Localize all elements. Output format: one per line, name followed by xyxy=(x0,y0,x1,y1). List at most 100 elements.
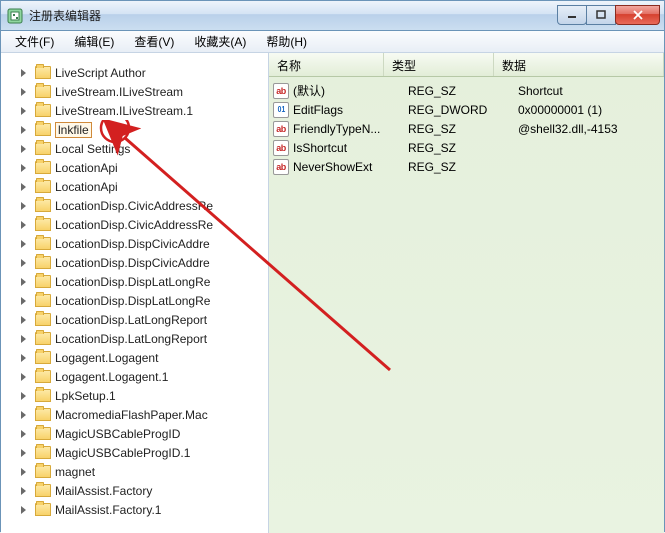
menu-view[interactable]: 查看(V) xyxy=(124,31,184,52)
list-body: (默认)REG_SZShortcutEditFlagsREG_DWORD0x00… xyxy=(269,77,664,180)
expand-icon[interactable] xyxy=(21,487,26,495)
tree-item[interactable]: LocationDisp.DispLatLongRe xyxy=(1,272,268,291)
expand-icon[interactable] xyxy=(21,221,26,229)
tree-item-label: LocationDisp.LatLongReport xyxy=(55,332,207,346)
titlebar[interactable]: 注册表编辑器 xyxy=(1,1,664,31)
expand-icon[interactable] xyxy=(21,278,26,286)
window-title: 注册表编辑器 xyxy=(29,7,558,24)
tree-item-label: MailAssist.Factory.1 xyxy=(55,503,161,517)
tree-item[interactable]: LpkSetup.1 xyxy=(1,386,268,405)
tree-item[interactable]: MailAssist.Factory.1 xyxy=(1,500,268,519)
folder-icon xyxy=(35,180,51,193)
expand-icon[interactable] xyxy=(21,468,26,476)
reg-dword-icon xyxy=(273,102,289,118)
tree-item[interactable]: LocationApi xyxy=(1,158,268,177)
expand-icon[interactable] xyxy=(21,411,26,419)
expand-icon[interactable] xyxy=(21,164,26,172)
expand-icon[interactable] xyxy=(21,240,26,248)
tree-item-label: LocationApi xyxy=(55,180,118,194)
values-pane[interactable]: 名称 类型 数据 (默认)REG_SZShortcutEditFlagsREG_… xyxy=(269,53,664,533)
tree-item-label: LocationDisp.DispLatLongRe xyxy=(55,275,210,289)
tree-item-label: Logagent.Logagent xyxy=(55,351,158,365)
list-row[interactable]: (默认)REG_SZShortcut xyxy=(269,81,664,100)
folder-icon xyxy=(35,389,51,402)
expand-icon[interactable] xyxy=(21,354,26,362)
reg-sz-icon xyxy=(273,140,289,156)
menu-help[interactable]: 帮助(H) xyxy=(256,31,317,52)
list-row[interactable]: FriendlyTypeN...REG_SZ@shell32.dll,-4153 xyxy=(269,119,664,138)
expand-icon[interactable] xyxy=(21,373,26,381)
header-type[interactable]: 类型 xyxy=(384,53,494,76)
folder-icon xyxy=(35,294,51,307)
expand-icon[interactable] xyxy=(21,69,26,77)
value-name: IsShortcut xyxy=(293,141,408,155)
tree-item[interactable]: MacromediaFlashPaper.Mac xyxy=(1,405,268,424)
expand-icon[interactable] xyxy=(21,107,26,115)
tree-item[interactable]: LocationDisp.DispCivicAddre xyxy=(1,234,268,253)
maximize-button[interactable] xyxy=(586,5,616,25)
list-row[interactable]: NeverShowExtREG_SZ xyxy=(269,157,664,176)
expand-icon[interactable] xyxy=(21,297,26,305)
tree-item[interactable]: LiveStream.ILiveStream xyxy=(1,82,268,101)
expand-icon[interactable] xyxy=(21,202,26,210)
reg-sz-icon xyxy=(273,83,289,99)
tree-item[interactable]: MagicUSBCableProgID xyxy=(1,424,268,443)
value-type: REG_SZ xyxy=(408,84,518,98)
expand-icon[interactable] xyxy=(21,259,26,267)
menu-file[interactable]: 文件(F) xyxy=(5,31,64,52)
tree-item[interactable]: MagicUSBCableProgID.1 xyxy=(1,443,268,462)
folder-icon xyxy=(35,199,51,212)
tree-item[interactable]: LocationDisp.LatLongReport xyxy=(1,310,268,329)
expand-icon[interactable] xyxy=(21,316,26,324)
folder-icon xyxy=(35,142,51,155)
expand-icon[interactable] xyxy=(21,126,26,134)
menu-favorites[interactable]: 收藏夹(A) xyxy=(184,31,256,52)
tree-item[interactable]: LiveScript Author xyxy=(1,63,268,82)
folder-icon xyxy=(35,123,51,136)
tree-item[interactable]: LocationDisp.LatLongReport xyxy=(1,329,268,348)
tree-item[interactable]: LiveStream.ILiveStream.1 xyxy=(1,101,268,120)
folder-icon xyxy=(35,408,51,421)
content-area: LiveScript Author LiveStream.ILiveStream L… xyxy=(1,53,664,533)
regedit-icon xyxy=(7,8,23,24)
tree-item-label: LocationApi xyxy=(55,161,118,175)
expand-icon[interactable] xyxy=(21,183,26,191)
folder-icon xyxy=(35,351,51,364)
value-data: @shell32.dll,-4153 xyxy=(518,122,660,136)
tree-item[interactable]: Logagent.Logagent.1 xyxy=(1,367,268,386)
list-row[interactable]: IsShortcutREG_SZ xyxy=(269,138,664,157)
tree-item-label: LocationDisp.CivicAddressRe xyxy=(55,199,213,213)
tree-item[interactable]: lnkfile xyxy=(1,120,268,139)
value-name: EditFlags xyxy=(293,103,408,117)
expand-icon[interactable] xyxy=(21,506,26,514)
expand-icon[interactable] xyxy=(21,449,26,457)
minimize-button[interactable] xyxy=(557,5,587,25)
tree-item-label: MagicUSBCableProgID.1 xyxy=(55,446,190,460)
tree-item[interactable]: Local Settings xyxy=(1,139,268,158)
close-button[interactable] xyxy=(615,5,660,25)
header-data[interactable]: 数据 xyxy=(494,53,664,76)
expand-icon[interactable] xyxy=(21,335,26,343)
folder-icon xyxy=(35,465,51,478)
tree-item[interactable]: LocationApi xyxy=(1,177,268,196)
tree-item[interactable]: LocationDisp.DispCivicAddre xyxy=(1,253,268,272)
tree-item[interactable]: Logagent.Logagent xyxy=(1,348,268,367)
expand-icon[interactable] xyxy=(21,430,26,438)
expand-icon[interactable] xyxy=(21,88,26,96)
tree-pane[interactable]: LiveScript Author LiveStream.ILiveStream L… xyxy=(1,53,269,533)
tree-item[interactable]: LocationDisp.DispLatLongRe xyxy=(1,291,268,310)
folder-icon xyxy=(35,161,51,174)
tree-item[interactable]: LocationDisp.CivicAddressRe xyxy=(1,215,268,234)
expand-icon[interactable] xyxy=(21,392,26,400)
close-icon xyxy=(632,9,644,21)
tree-item[interactable]: magnet xyxy=(1,462,268,481)
header-name[interactable]: 名称 xyxy=(269,53,384,76)
expand-icon[interactable] xyxy=(21,145,26,153)
list-row[interactable]: EditFlagsREG_DWORD0x00000001 (1) xyxy=(269,100,664,119)
tree-item[interactable]: MailAssist.Factory xyxy=(1,481,268,500)
tree-item-label: LiveStream.ILiveStream xyxy=(55,85,183,99)
menu-edit[interactable]: 编辑(E) xyxy=(64,31,124,52)
folder-icon xyxy=(35,256,51,269)
folder-icon xyxy=(35,446,51,459)
tree-item[interactable]: LocationDisp.CivicAddressRe xyxy=(1,196,268,215)
